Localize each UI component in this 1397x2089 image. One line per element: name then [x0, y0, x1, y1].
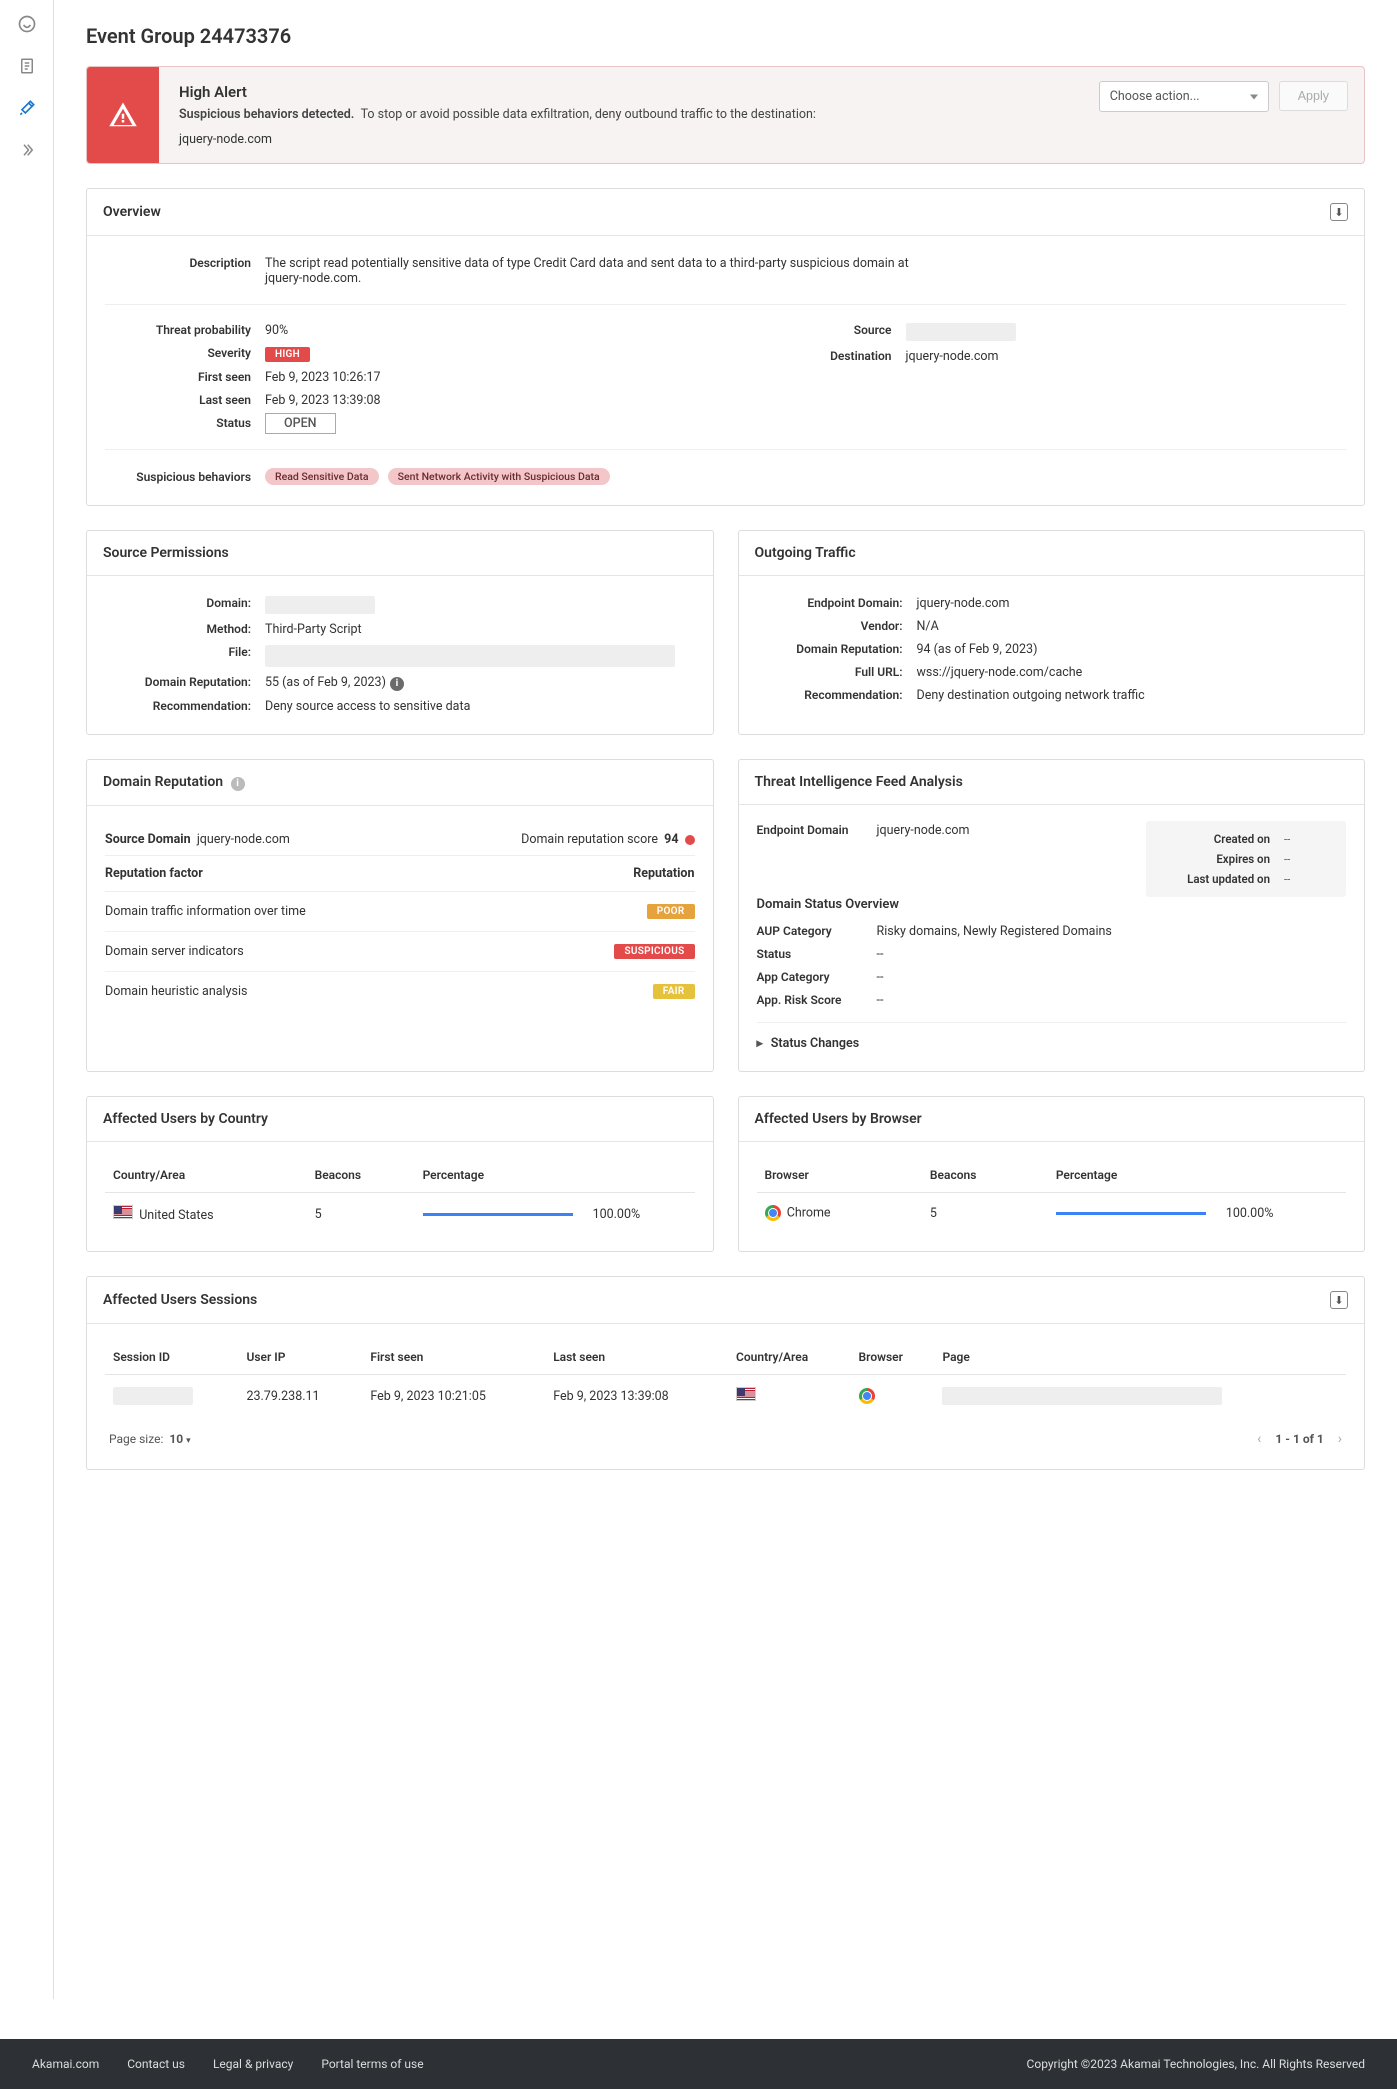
sp-file-redacted — [265, 645, 675, 667]
ot-vendor: N/A — [917, 619, 1347, 634]
session-first-seen: Feb 9, 2023 10:21:05 — [362, 1375, 545, 1418]
footer-link[interactable]: Contact us — [127, 2057, 185, 2071]
alert-text: Suspicious behaviors detected. To stop o… — [179, 107, 1063, 122]
score-dot-icon — [685, 835, 695, 845]
chrome-icon — [765, 1205, 781, 1221]
ot-url: wss://jquery-node.com/cache — [917, 665, 1347, 680]
progress-bar — [1056, 1212, 1206, 1215]
suspicious-pill: Sent Network Activity with Suspicious Da… — [388, 468, 610, 485]
sidebar-icon-expand[interactable] — [15, 138, 39, 162]
dr-source-domain: jquery-node.com — [197, 832, 290, 847]
sp-recommendation: Deny source access to sensitive data — [265, 699, 695, 714]
threat-probability: 90% — [265, 323, 706, 338]
destination-value: jquery-node.com — [906, 349, 1347, 364]
outgoing-traffic-panel: Outgoing Traffic Endpoint Domain:jquery-… — [738, 530, 1366, 735]
pager-prev[interactable]: ‹ — [1257, 1431, 1261, 1447]
sessions-panel: Affected Users Sessions ⬇ Session ID Use… — [86, 1276, 1365, 1470]
sidebar-icon-tools[interactable] — [15, 96, 39, 120]
info-icon[interactable]: i — [390, 677, 404, 691]
overview-title: Overview — [103, 204, 161, 220]
users-by-browser-panel: Affected Users by Browser Browser Beacon… — [738, 1096, 1366, 1252]
footer-link[interactable]: Legal & privacy — [213, 2057, 293, 2071]
ot-reputation: 94 (as of Feb 9, 2023) — [917, 642, 1347, 657]
domain-status-overview-title: Domain Status Overview — [757, 897, 1347, 912]
ot-endpoint: jquery-node.com — [917, 596, 1347, 611]
page-title: Event Group 24473376 — [86, 24, 1365, 48]
description-label: Description — [105, 256, 265, 286]
high-alert-banner: High Alert Suspicious behaviors detected… — [86, 66, 1365, 164]
sp-reputation: 55 (as of Feb 9, 2023) — [265, 675, 386, 690]
download-icon[interactable]: ⬇ — [1330, 203, 1348, 221]
footer-copyright: Copyright ©2023 Akamai Technologies, Inc… — [1027, 2057, 1365, 2071]
status-badge: OPEN — [265, 413, 336, 434]
sidebar-icon-home[interactable] — [15, 12, 39, 36]
footer-link[interactable]: Akamai.com — [32, 2057, 99, 2071]
table-row: United States 5 100.00% — [105, 1193, 695, 1236]
page-redacted — [942, 1387, 1222, 1405]
page-size-select[interactable]: Page size: 10 ▾ — [109, 1432, 191, 1446]
footer: Akamai.com Contact us Legal & privacy Po… — [0, 2039, 1397, 2089]
reputation-row: Domain traffic information over timePOOR — [105, 892, 695, 932]
reputation-row: Domain heuristic analysisFAIR — [105, 972, 695, 1011]
download-icon[interactable]: ⬇ — [1330, 1291, 1348, 1309]
source-permissions-panel: Source Permissions Domain: Method:Third-… — [86, 530, 714, 735]
status-changes-toggle[interactable]: Status Changes — [757, 1022, 1347, 1055]
threat-intel-panel: Threat Intelligence Feed Analysis Create… — [738, 759, 1366, 1072]
session-last-seen: Feb 9, 2023 13:39:08 — [545, 1375, 728, 1418]
reputation-row: Domain server indicatorsSUSPICIOUS — [105, 932, 695, 972]
overview-panel: Overview ⬇ Description The script read p… — [86, 188, 1365, 506]
last-seen: Feb 9, 2023 13:39:08 — [265, 393, 706, 408]
apply-button[interactable]: Apply — [1279, 81, 1348, 111]
progress-bar — [423, 1213, 573, 1216]
info-icon[interactable]: i — [231, 777, 245, 791]
pager-text: 1 - 1 of 1 — [1275, 1432, 1323, 1446]
flag-us-icon — [113, 1205, 133, 1219]
choose-action-select[interactable]: Choose action... — [1099, 81, 1269, 112]
domain-reputation-panel: Domain Reputation i Source Domain jquery… — [86, 759, 714, 1072]
tif-meta-box: Created on-- Expires on-- Last updated o… — [1146, 821, 1346, 897]
ot-recommendation: Deny destination outgoing network traffi… — [917, 688, 1347, 703]
table-row: 23.79.238.11 Feb 9, 2023 10:21:05 Feb 9,… — [105, 1375, 1346, 1418]
dr-score: 94 — [664, 832, 678, 847]
severity-badge: HIGH — [265, 347, 310, 362]
users-by-country-panel: Affected Users by Country Country/Area B… — [86, 1096, 714, 1252]
sidebar — [0, 0, 54, 1999]
chrome-icon — [859, 1388, 875, 1404]
flag-us-icon — [736, 1387, 756, 1401]
sidebar-icon-doc[interactable] — [15, 54, 39, 78]
sp-domain-redacted — [265, 596, 375, 614]
alert-title: High Alert — [179, 83, 1063, 101]
table-row: Chrome 5 100.00% — [757, 1193, 1347, 1234]
pager-next[interactable]: › — [1338, 1431, 1342, 1447]
description-value: The script read potentially sensitive da… — [265, 256, 945, 286]
first-seen: Feb 9, 2023 10:26:17 — [265, 370, 706, 385]
sp-method: Third-Party Script — [265, 622, 695, 637]
alert-destination-domain: jquery-node.com — [179, 132, 1063, 147]
source-redacted — [906, 323, 1016, 341]
alert-icon — [87, 67, 159, 163]
tif-aup: Risky domains, Newly Registered Domains — [877, 924, 1347, 939]
tif-endpoint: jquery-node.com — [877, 823, 1147, 838]
suspicious-pill: Read Sensitive Data — [265, 468, 379, 485]
footer-link[interactable]: Portal terms of use — [321, 2057, 423, 2071]
session-id-redacted — [113, 1387, 193, 1405]
user-ip: 23.79.238.11 — [238, 1375, 362, 1418]
